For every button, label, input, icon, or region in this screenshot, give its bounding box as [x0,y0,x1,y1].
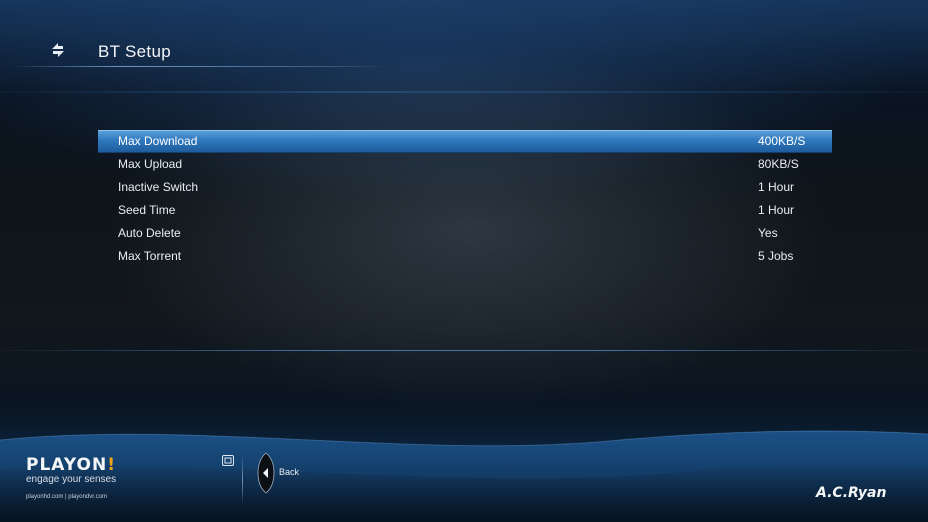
acryan-logo: A.C.Ryan [816,485,887,501]
brand-sites: playonhd.com | playondvr.com [26,494,107,500]
setting-label: Inactive Switch [118,180,199,194]
back-key-icon[interactable] [256,452,276,494]
content-divider [0,350,928,351]
playon-logo: PLAYON! [26,455,116,475]
setting-label: Max Torrent [118,249,182,263]
setting-label: Auto Delete [118,226,181,240]
setting-value: Yes [758,226,778,240]
setting-row-max-download[interactable]: Max Download 400KB/S [98,130,832,153]
back-button-label[interactable]: Back [279,467,299,477]
title-underline [8,66,388,67]
setting-row-auto-delete[interactable]: Auto Delete Yes [98,222,832,245]
brand-tagline: engage your senses [26,474,117,485]
settings-list: Max Download 400KB/S Max Upload 80KB/S I… [98,130,832,268]
setting-row-max-upload[interactable]: Max Upload 80KB/S [98,153,832,176]
info-key-icon [222,455,234,466]
setting-row-inactive-switch[interactable]: Inactive Switch 1 Hour [98,176,832,199]
playon-logo-accent: ! [107,455,116,475]
footer-wave [0,430,928,522]
setting-value: 400KB/S [758,134,806,148]
setting-label: Max Upload [118,157,183,171]
settings-arrows-icon [52,43,64,57]
footer-separator [242,455,243,505]
screen: BT Setup Max Download 400KB/S Max Upload… [0,0,928,522]
setting-value: 80KB/S [758,157,799,171]
setting-label: Max Download [118,134,198,148]
setting-label: Seed Time [118,203,176,217]
playon-logo-main: PLAYON [26,455,108,475]
setting-row-seed-time[interactable]: Seed Time 1 Hour [98,199,832,222]
setting-value: 5 Jobs [758,249,794,263]
page-title: BT Setup [98,42,171,61]
setting-value: 1 Hour [758,180,795,194]
header-divider [0,91,928,93]
setting-value: 1 Hour [758,203,795,217]
setting-row-max-torrent[interactable]: Max Torrent 5 Jobs [98,245,832,268]
